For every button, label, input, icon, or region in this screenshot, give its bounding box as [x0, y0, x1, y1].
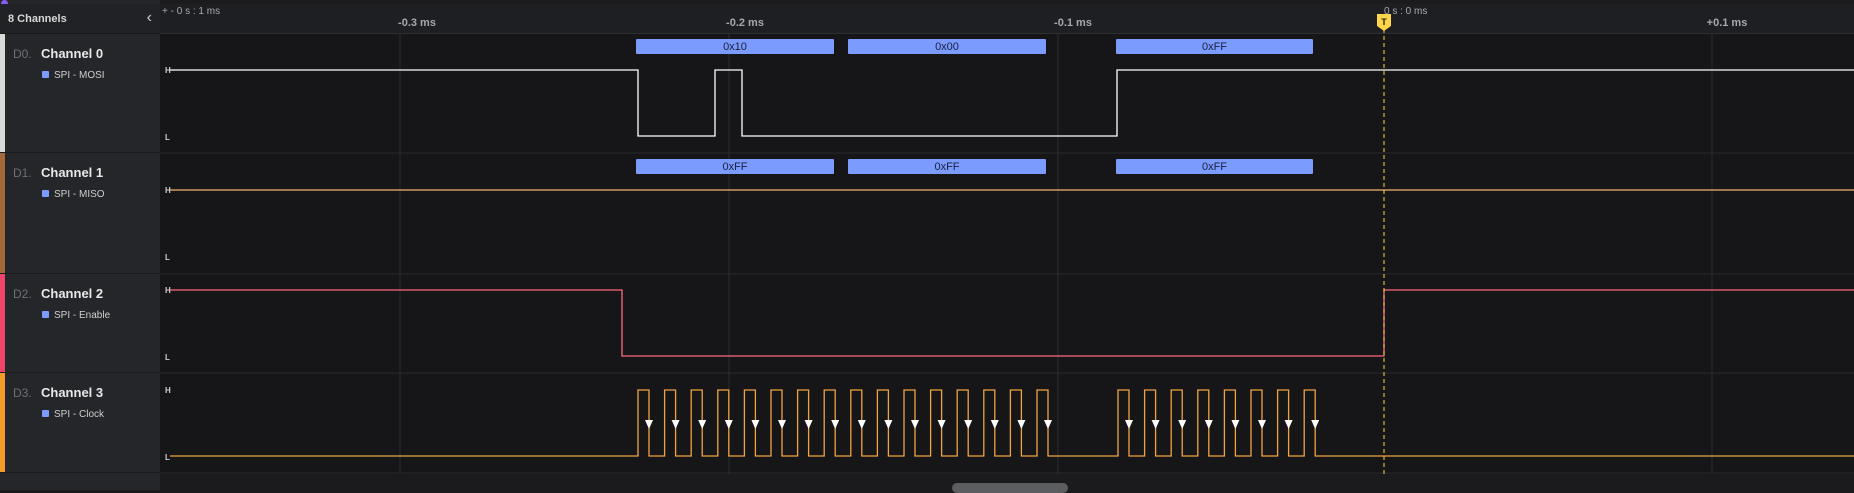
- decoded-frame-value: 0xFF: [934, 161, 959, 173]
- decoded-frame-value: 0x10: [723, 41, 747, 53]
- decoded-frame-value: 0xFF: [1202, 41, 1227, 53]
- decoded-frame-value: 0xFF: [1202, 161, 1227, 173]
- decoded-frame-value: 0xFF: [722, 161, 747, 173]
- low-level-label: L: [165, 453, 170, 462]
- logic-analyzer-app: 8 Channels ‹ D0. Channel 0 SPI - MOSI D1…: [0, 0, 1854, 493]
- high-level-label: H: [165, 386, 171, 395]
- low-level-label: L: [165, 253, 170, 262]
- waveform-area[interactable]: HLHLHLHLT0x10 0x00 0xFF0xFF 0xFF 0xFF: [0, 0, 1854, 490]
- low-level-label: L: [165, 353, 170, 362]
- horizontal-scrollbar[interactable]: [952, 483, 1068, 493]
- plot-background: [160, 34, 1854, 474]
- low-level-label: L: [165, 133, 170, 142]
- trigger-marker-label: T: [1381, 17, 1387, 27]
- decoded-frame-value: 0x00: [935, 41, 959, 53]
